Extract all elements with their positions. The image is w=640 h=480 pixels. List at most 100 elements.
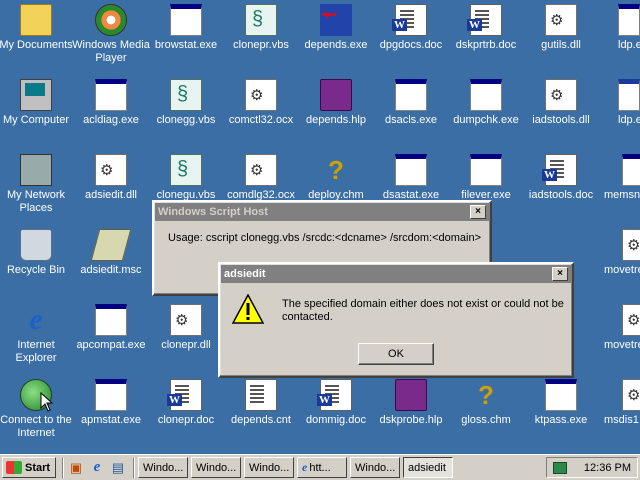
desktop-icon-internet-explorer[interactable]: e Internet Explorer — [0, 304, 76, 365]
windows-logo-icon — [6, 461, 22, 474]
script-icon — [170, 79, 202, 111]
wsh-message: Usage: cscript clonegg.vbs /srcdc:<dcnam… — [168, 232, 482, 244]
doc-icon — [245, 379, 277, 411]
quicklaunch-desktop-icon[interactable]: ▤ — [109, 459, 127, 477]
exe-icon — [95, 379, 127, 411]
desktop-icon-filever[interactable]: filever.exe — [446, 154, 526, 202]
desktop-icon-movetree-2[interactable]: movetre — [596, 304, 640, 352]
taskbar-button-browser[interactable]: e htt... — [297, 457, 347, 478]
desktop-icon-iadstools-doc[interactable]: iadstools.doc — [521, 154, 601, 202]
start-label: Start — [25, 461, 51, 474]
depends-icon — [320, 4, 352, 36]
desktop-icon-adsiedit-dll[interactable]: adsiedit.dll — [71, 154, 151, 202]
desktop-icon-ldp-1[interactable]: ldp.e — [596, 4, 640, 52]
desktop-icon-comdlg32[interactable]: comdlg32.ocx — [221, 154, 301, 202]
desktop-icon-dommig[interactable]: dommig.doc — [296, 379, 376, 427]
desktop-icon-dskprtrb[interactable]: dskprtrb.doc — [446, 4, 526, 52]
desktop-icon-dskprobe[interactable]: dskprobe.hlp — [371, 379, 451, 427]
exe-icon — [395, 154, 427, 186]
desktop-icon-acldiag[interactable]: acldiag.exe — [71, 79, 151, 127]
desktop-icon-clonepr-vbs[interactable]: clonepr.vbs — [221, 4, 301, 52]
wsh-title: Windows Script Host — [158, 206, 268, 218]
desktop-icon-gutils[interactable]: gutils.dll — [521, 4, 601, 52]
network-tray-icon[interactable] — [553, 461, 567, 474]
dll-icon — [245, 79, 277, 111]
exe-icon — [545, 379, 577, 411]
system-tray: 12:36 PM — [546, 457, 638, 478]
desktop-icon-movetree-1[interactable]: movetre — [596, 229, 640, 277]
desktop-icon-memsnap[interactable]: memsna — [596, 154, 640, 202]
adsiedit-titlebar[interactable]: adsiedit × — [221, 265, 571, 283]
desktop-icon-iadstools-dll[interactable]: iadstools.dll — [521, 79, 601, 127]
desktop-icon-comctl32[interactable]: comctl32.ocx — [221, 79, 301, 127]
quicklaunch-office-icon[interactable]: ▣ — [67, 459, 85, 477]
desktop-icon-depends-cnt[interactable]: depends.cnt — [221, 379, 301, 427]
start-button[interactable]: Start — [2, 457, 56, 478]
clock[interactable]: 12:36 PM — [584, 462, 631, 474]
word-doc-icon — [542, 154, 577, 186]
script-icon — [170, 154, 202, 186]
adsiedit-message: The specified domain either does not exi… — [282, 298, 564, 323]
ie-small-icon: e — [302, 460, 308, 474]
adsiedit-dialog[interactable]: adsiedit × The specified domain either d… — [218, 262, 574, 378]
taskbar-button-window-3[interactable]: Windo... — [244, 457, 294, 478]
media-player-icon — [95, 4, 127, 36]
desktop-icon-depends-hlp[interactable]: depends.hlp — [296, 79, 376, 127]
exe-icon — [95, 304, 127, 336]
desktop-icon-clonegg-vbs[interactable]: clonegg.vbs — [146, 79, 226, 127]
desktop-icon-recycle-bin[interactable]: Recycle Bin — [0, 229, 76, 277]
taskbar-button-adsiedit[interactable]: adsiedit — [403, 457, 453, 478]
help-icon: ? — [478, 380, 494, 410]
taskbar-button-window-1[interactable]: Windo... — [138, 457, 188, 478]
desktop-icon-depends-exe[interactable]: depends.exe — [296, 4, 376, 52]
wsh-close-button[interactable]: × — [470, 205, 486, 219]
exe-icon — [95, 79, 127, 111]
wsh-titlebar[interactable]: Windows Script Host × — [155, 203, 489, 221]
desktop-icon-clonepr-dll[interactable]: clonepr.dll — [146, 304, 226, 352]
desktop-icon-adsiedit-msc[interactable]: adsiedit.msc — [71, 229, 151, 277]
desktop-icon-apmstat[interactable]: apmstat.exe — [71, 379, 151, 427]
help-icon: ? — [328, 155, 344, 185]
desktop-icon-my-computer[interactable]: My Computer — [0, 79, 76, 127]
desktop-icon-gloss[interactable]: ? gloss.chm — [446, 379, 526, 427]
taskbar: Start ▣ e ▤ Windo... Windo... Windo... e… — [0, 454, 640, 480]
ok-button[interactable]: OK — [358, 343, 434, 365]
desktop-icon-connect-to-internet[interactable]: Connect to the Internet — [0, 379, 76, 440]
exe-icon — [470, 154, 502, 186]
dll-icon — [245, 154, 277, 186]
dll-icon — [622, 304, 640, 336]
adsiedit-close-button[interactable]: × — [552, 267, 568, 281]
taskbar-button-window-5[interactable]: Windo... — [350, 457, 400, 478]
help-book-icon — [395, 379, 427, 411]
folder-icon — [20, 4, 52, 36]
desktop-icon-dumpchk[interactable]: dumpchk.exe — [446, 79, 526, 127]
exe-icon — [622, 154, 640, 186]
desktop-icon-ldp-2[interactable]: ldp.e — [596, 79, 640, 127]
dll-icon — [622, 379, 640, 411]
word-doc-icon — [167, 379, 202, 411]
dll-icon — [545, 4, 577, 36]
desktop-icon-my-network-places[interactable]: My Network Places — [0, 154, 76, 215]
desktop-icon-apcompat[interactable]: apcompat.exe — [71, 304, 151, 352]
desktop-icon-deploy-chm[interactable]: ? deploy.chm — [296, 154, 376, 202]
desktop-icon-windows-media-player[interactable]: Windows Media Player — [71, 4, 151, 65]
desktop-icon-my-documents[interactable]: My Documents — [0, 4, 76, 52]
desktop-icon-msdis[interactable]: msdis1 — [596, 379, 640, 427]
dll-icon — [170, 304, 202, 336]
desktop-icon-dsastat[interactable]: dsastat.exe — [371, 154, 451, 202]
desktop-icon-dsacls[interactable]: dsacls.exe — [371, 79, 451, 127]
desktop-icon-dpgdocs[interactable]: dpgdocs.doc — [371, 4, 451, 52]
word-doc-icon — [392, 4, 427, 36]
computer-icon — [20, 79, 52, 111]
desktop-icon-ktpass[interactable]: ktpass.exe — [521, 379, 601, 427]
taskbar-separator — [62, 457, 64, 478]
taskbar-button-window-2[interactable]: Windo... — [191, 457, 241, 478]
desktop-icon-browstat[interactable]: browstat.exe — [146, 4, 226, 52]
help-book-icon — [320, 79, 352, 111]
exe-icon — [170, 4, 202, 36]
quicklaunch-ie-icon[interactable]: e — [88, 459, 106, 477]
desktop-icon-clonegu-vbs[interactable]: clonegu.vbs — [146, 154, 226, 202]
desktop-icon-clonepr-doc[interactable]: clonepr.doc — [146, 379, 226, 427]
recycle-bin-icon — [20, 229, 52, 261]
exe-icon — [618, 4, 640, 36]
